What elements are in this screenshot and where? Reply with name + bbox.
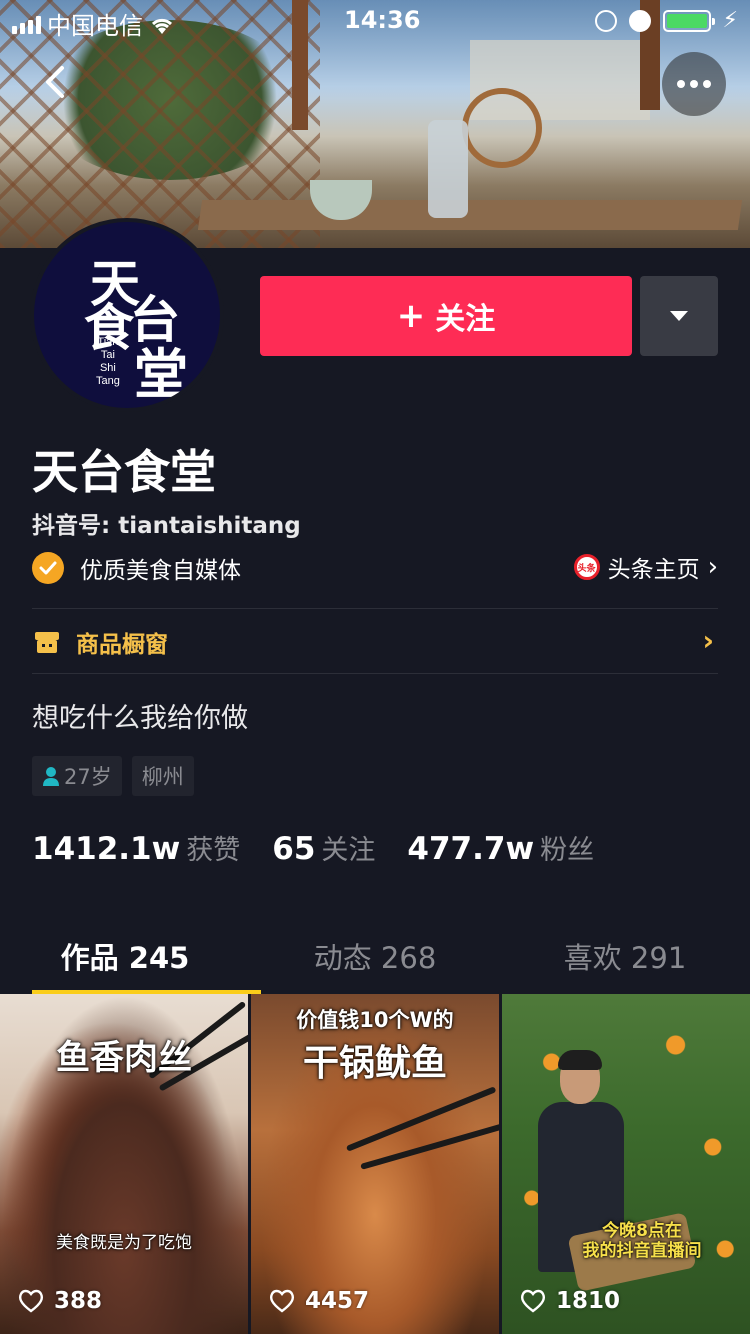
battery-icon <box>662 9 715 32</box>
heart-icon <box>520 1289 546 1313</box>
following-label[interactable]: 关注 <box>321 828 375 867</box>
back-button[interactable] <box>34 62 74 102</box>
profile-stats: 1412.1w 获赞 65 关注 477.7w 粉丝 <box>32 828 626 867</box>
verified-text: 优质美食自媒体 <box>80 558 241 584</box>
status-bar: 中国电信 14:36 ⚡ <box>0 0 750 40</box>
avatar[interactable]: 天 食 台 堂 Tian Tai Shi Tang <box>30 218 224 412</box>
carrier-label: 中国电信 <box>47 12 143 40</box>
video-likes: 388 <box>18 1288 102 1314</box>
likes-label: 获赞 <box>186 835 241 866</box>
video-thumbnail[interactable]: 鱼香肉丝 美食既是为了吃饱 388 <box>0 994 248 1334</box>
more-icon <box>677 80 685 88</box>
heart-icon <box>269 1289 295 1313</box>
followers-count[interactable]: 477.7w <box>407 831 534 867</box>
plus-icon: + <box>396 296 426 336</box>
more-button[interactable] <box>662 52 726 116</box>
video-caption: 我的抖音直播间 <box>582 1241 702 1261</box>
video-thumbnail[interactable]: 价值钱10个W的 干锅鱿鱼 4457 <box>251 994 499 1334</box>
video-thumbnail[interactable]: 今晚8点在 我的抖音直播间 1810 <box>502 994 750 1334</box>
heart-icon <box>18 1289 44 1313</box>
back-arrow-icon <box>46 66 64 98</box>
status-time: 14:36 <box>344 6 421 34</box>
recommend-dropdown-button[interactable] <box>640 276 718 356</box>
toutiao-icon: 头条 <box>573 554 600 580</box>
toutiao-link-label: 头条主页 <box>607 557 700 583</box>
profile-tags: 27岁 柳州 <box>32 756 194 796</box>
dropdown-arrow-icon <box>670 311 688 321</box>
verified-check-icon <box>32 552 64 584</box>
video-likes: 1810 <box>520 1288 620 1314</box>
signal-icon <box>12 14 41 34</box>
profile-name: 天台食堂 <box>32 445 216 499</box>
video-title: 干锅鱿鱼 <box>302 1043 447 1084</box>
charging-icon: ⚡ <box>722 8 738 33</box>
divider <box>32 673 718 674</box>
tab-dynamics[interactable]: 动态 268 <box>250 918 500 994</box>
video-title-top: 价值钱10个W的 <box>296 1008 454 1032</box>
following-count[interactable]: 65 <box>272 831 315 867</box>
video-grid: 鱼香肉丝 美食既是为了吃饱 388 价值钱10个W的 干锅鱿鱼 4457 今晚8… <box>0 994 750 1334</box>
content-tabs: 作品 245 动态 268 喜欢 291 <box>0 918 750 994</box>
banner-table <box>197 200 743 230</box>
likes-count: 1412.1w <box>32 831 181 867</box>
shop-icon <box>32 629 62 655</box>
tab-works[interactable]: 作品 245 <box>0 918 261 994</box>
chevron-right-icon: › <box>707 552 718 582</box>
shop-window-label: 商品橱窗 <box>76 632 168 658</box>
video-likes: 4457 <box>269 1288 369 1314</box>
verified-row: 优质美食自媒体 头条 头条主页 › <box>32 548 718 588</box>
age-tag: 27岁 <box>32 756 122 796</box>
wifi-icon <box>149 14 175 34</box>
banner-bottle <box>428 120 468 218</box>
tab-likes[interactable]: 喜欢 291 <box>500 918 750 994</box>
rotation-lock-icon <box>594 9 617 32</box>
profile-bio: 想吃什么我给你做 <box>32 703 248 734</box>
alarm-icon <box>628 9 651 32</box>
video-title: 鱼香肉丝 <box>56 1038 192 1078</box>
follow-label: 关注 <box>435 302 496 337</box>
city-tag: 柳州 <box>131 756 194 796</box>
video-caption: 美食既是为了吃饱 <box>56 1233 192 1253</box>
chevron-right-icon: › <box>702 624 714 657</box>
banner-wheel <box>462 88 542 168</box>
douyin-id: 抖音号: tiantaishitang <box>32 513 301 539</box>
followers-label[interactable]: 粉丝 <box>540 828 594 867</box>
toutiao-link[interactable]: 头条 头条主页 › <box>573 550 718 584</box>
follow-button[interactable]: + 关注 <box>260 276 632 356</box>
avatar-subtitle: Tian Tai Shi Tang <box>96 336 120 387</box>
shop-window-row[interactable]: 商品橱窗 › <box>32 620 718 664</box>
person-icon <box>42 766 60 786</box>
divider <box>32 608 718 609</box>
